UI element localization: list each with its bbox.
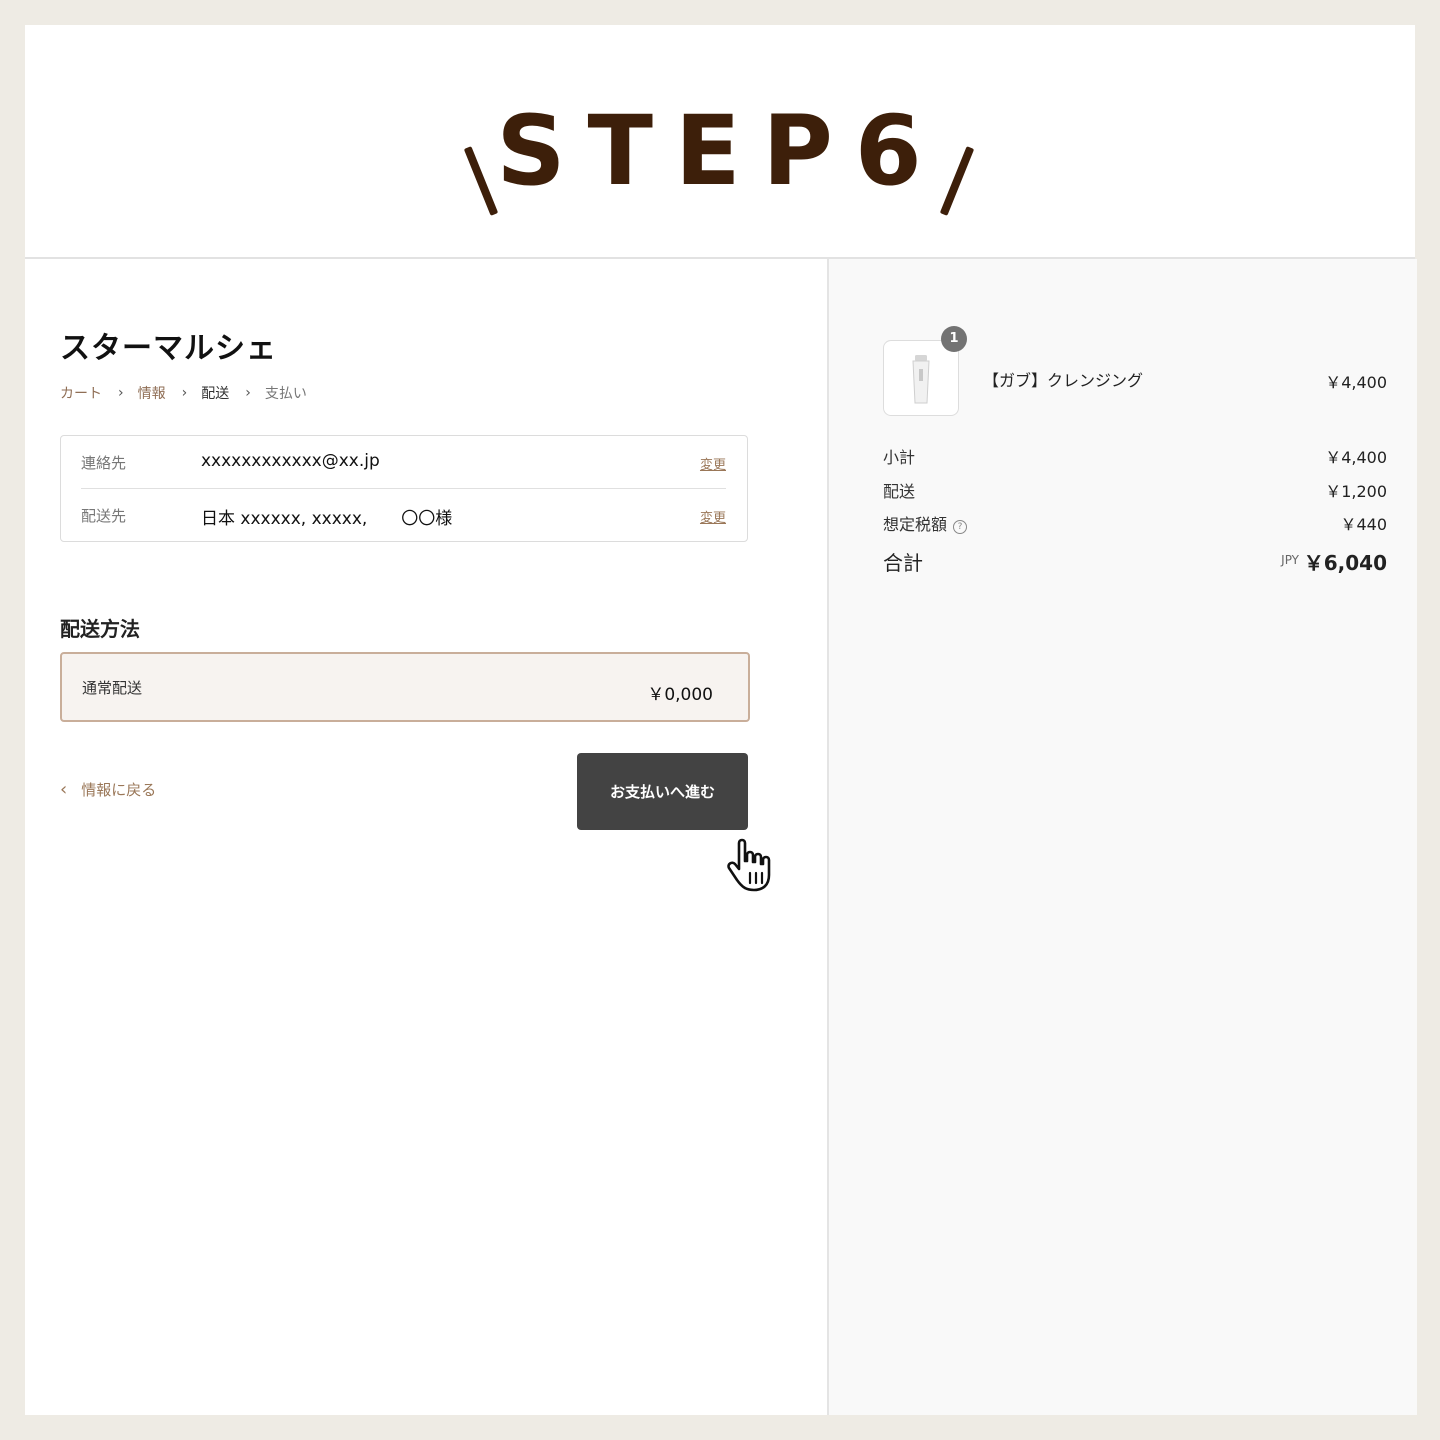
continue-to-payment-button[interactable]: お支払いへ進む (577, 753, 748, 830)
shipping-method-title: 配送方法 (60, 617, 140, 641)
back-link-label: 情報に戻る (81, 781, 157, 799)
subtotal-label: 小計 (883, 448, 916, 467)
address-label: 配送先 (81, 507, 127, 525)
product-price: ￥4,400 (1325, 373, 1387, 392)
contact-label: 連絡先 (81, 454, 127, 472)
tax-row: 想定税額? ￥440 (883, 511, 1387, 535)
product-name: 【ガブ】クレンジング (983, 371, 1144, 390)
step-title: STEP6 (496, 95, 944, 207)
breadcrumb: カート › 情報 › 配送 › 支払い (60, 383, 307, 403)
subtotal-row: 小計 ￥4,400 (883, 444, 1387, 468)
total-label: 合計 (883, 551, 923, 575)
store-name: スターマルシェ (60, 331, 277, 366)
total-value: ￥6,040 (1303, 551, 1387, 575)
shipping-option-name: 通常配送 (82, 679, 143, 697)
total-currency: JPY (1281, 553, 1299, 567)
checkout-main: スターマルシェ カート › 情報 › 配送 › 支払い 連絡先 xxxxxxxx… (25, 259, 827, 1415)
screenshot-frame: STEP6 スターマルシェ カート › 情報 › 配送 › 支払い 連絡先 xx… (25, 25, 1417, 1415)
change-contact-link[interactable]: 変更 (700, 454, 726, 473)
quantity-badge: 1 (941, 326, 967, 352)
breadcrumb-info[interactable]: 情報 (138, 383, 166, 403)
shipping-cost-row: 配送 ￥1,200 (883, 478, 1387, 502)
contact-value: xxxxxxxxxxxx@xx.jp (201, 451, 380, 471)
address-value: 日本 xxxxxx, xxxxx, 〇〇様 (201, 509, 453, 529)
breadcrumb-cart[interactable]: カート (60, 383, 102, 403)
chevron-left-icon: ‹ (60, 779, 68, 800)
change-address-link[interactable]: 変更 (700, 507, 726, 526)
contact-row: 連絡先 xxxxxxxxxxxx@xx.jp 変更 (81, 436, 726, 489)
step-banner: STEP6 (25, 25, 1415, 259)
shipping-option-price: ￥0,000 (647, 685, 713, 705)
breadcrumb-shipping: 配送 (201, 386, 230, 402)
total-row: 合計 JPY ￥6,040 (883, 549, 1387, 579)
shipping-cost-value: ￥1,200 (1325, 482, 1387, 501)
shipping-option-standard[interactable]: 通常配送 ￥0,000 (60, 652, 750, 722)
tax-label: 想定税額 (883, 515, 948, 534)
product-thumbnail (883, 340, 959, 416)
order-summary: 1 【ガブ】クレンジング ￥4,400 小計 ￥4,400 配送 ￥1,200 … (827, 259, 1417, 1415)
pointer-hand-icon (727, 838, 771, 892)
order-info-box: 連絡先 xxxxxxxxxxxx@xx.jp 変更 配送先 日本 xxxxxx,… (60, 435, 748, 542)
chevron-right-icon: › (245, 385, 251, 401)
back-to-info-link[interactable]: ‹ 情報に戻る (60, 779, 156, 800)
breadcrumb-payment: 支払い (264, 386, 307, 402)
chevron-right-icon: › (118, 385, 124, 401)
help-circle-icon[interactable]: ? (953, 520, 968, 534)
tax-label-wrap: 想定税額? (883, 511, 968, 535)
chevron-right-icon: › (181, 385, 188, 401)
product-tube-icon (912, 355, 930, 404)
subtotal-value: ￥4,400 (1325, 448, 1387, 467)
shipping-cost-label: 配送 (883, 482, 916, 501)
address-row: 配送先 日本 xxxxxx, xxxxx, 〇〇様 変更 (81, 489, 726, 541)
tax-value: ￥440 (1340, 515, 1387, 534)
